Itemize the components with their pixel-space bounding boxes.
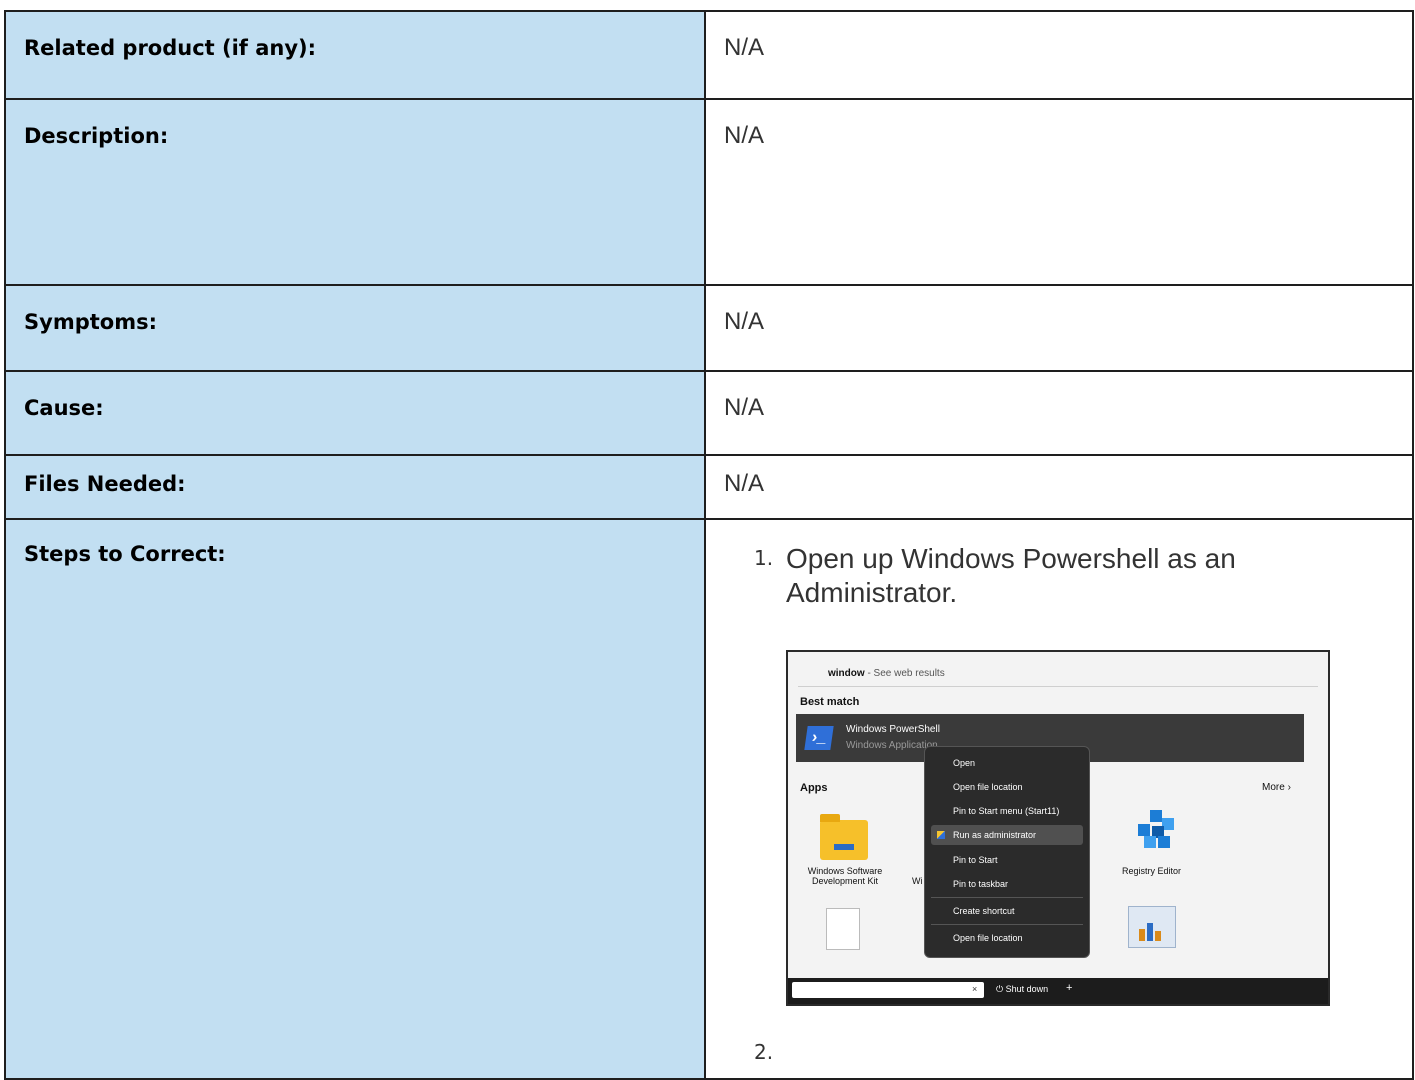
files-needed-label: Files Needed: bbox=[4, 454, 706, 520]
powershell-icon: ›_ bbox=[804, 726, 834, 750]
step-text: Open up Windows Powershell as an Adminis… bbox=[786, 543, 1236, 608]
step-number: 2. bbox=[754, 1040, 774, 1064]
registry-editor-icon bbox=[1136, 810, 1176, 850]
symptoms-label: Symptoms: bbox=[4, 284, 706, 372]
row-steps: Steps to Correct: 1. Open up Windows Pow… bbox=[4, 518, 1414, 1080]
files-needed-value: N/A bbox=[704, 454, 1414, 520]
description-label: Description: bbox=[4, 98, 706, 286]
row-cause: Cause: N/A bbox=[4, 370, 1414, 456]
kb-article-table: Related product (if any): N/A Descriptio… bbox=[4, 10, 1414, 1080]
step-number: 1. bbox=[754, 546, 774, 570]
row-files-needed: Files Needed: N/A bbox=[4, 454, 1414, 520]
search-query: window - See web results bbox=[828, 668, 945, 679]
app-partial-label: Wi bbox=[912, 876, 923, 886]
related-product-value: N/A bbox=[704, 10, 1414, 100]
clear-icon: × bbox=[972, 984, 978, 994]
start-menu-footer: × ⏻ Shut down + bbox=[788, 978, 1328, 1004]
menu-item-create-shortcut: Create shortcut bbox=[953, 906, 1015, 916]
context-menu: Open Open file location Pin to Start men… bbox=[924, 746, 1090, 958]
folder-icon bbox=[820, 814, 868, 860]
step-item: 1. Open up Windows Powershell as an Admi… bbox=[722, 542, 1412, 1006]
menu-item-open-file-location-2: Open file location bbox=[953, 933, 1023, 943]
menu-item-open: Open bbox=[953, 758, 976, 768]
app-name: Windows PowerShell bbox=[846, 724, 940, 735]
related-product-label: Related product (if any): bbox=[4, 10, 706, 100]
document-icon bbox=[826, 908, 860, 950]
app-sdk-label: Windows Software Development Kit bbox=[807, 866, 883, 886]
apps-heading: Apps bbox=[800, 782, 828, 794]
performance-chart-icon bbox=[1128, 906, 1176, 948]
shield-icon bbox=[937, 831, 945, 839]
menu-item-pin-to-taskbar: Pin to taskbar bbox=[953, 879, 1009, 889]
search-box bbox=[792, 982, 984, 998]
web-results-hint: - See web results bbox=[864, 668, 945, 679]
more-link: More › bbox=[1262, 782, 1291, 793]
menu-item-pin-to-start: Pin to Start bbox=[953, 855, 998, 865]
cause-value: N/A bbox=[704, 370, 1414, 456]
menu-item-pin-start11: Pin to Start menu (Start11) bbox=[953, 806, 1060, 816]
best-match-heading: Best match bbox=[800, 696, 860, 708]
menu-item-run-as-admin: Run as administrator bbox=[931, 825, 1083, 845]
search-result-header: window - See web results bbox=[798, 662, 1318, 687]
steps-label: Steps to Correct: bbox=[4, 518, 706, 1080]
row-symptoms: Symptoms: N/A bbox=[4, 284, 1414, 372]
row-related-product: Related product (if any): N/A bbox=[4, 10, 1414, 100]
shutdown-button: ⏻ Shut down bbox=[996, 984, 1049, 994]
steps-value: 1. Open up Windows Powershell as an Admi… bbox=[704, 518, 1414, 1080]
menu-item-open-file-location: Open file location bbox=[953, 782, 1023, 792]
symptoms-value: N/A bbox=[704, 284, 1414, 372]
description-value: N/A bbox=[704, 98, 1414, 286]
chevron-right-icon: › bbox=[1287, 782, 1291, 793]
plus-icon: + bbox=[1066, 982, 1073, 994]
steps-list: 1. Open up Windows Powershell as an Admi… bbox=[722, 542, 1412, 1064]
row-description: Description: N/A bbox=[4, 98, 1414, 286]
powershell-start-menu-screenshot: window - See web results Best match ›_ W… bbox=[786, 650, 1330, 1006]
registry-editor-label: Registry Editor bbox=[1122, 866, 1182, 876]
cause-label: Cause: bbox=[4, 370, 706, 456]
